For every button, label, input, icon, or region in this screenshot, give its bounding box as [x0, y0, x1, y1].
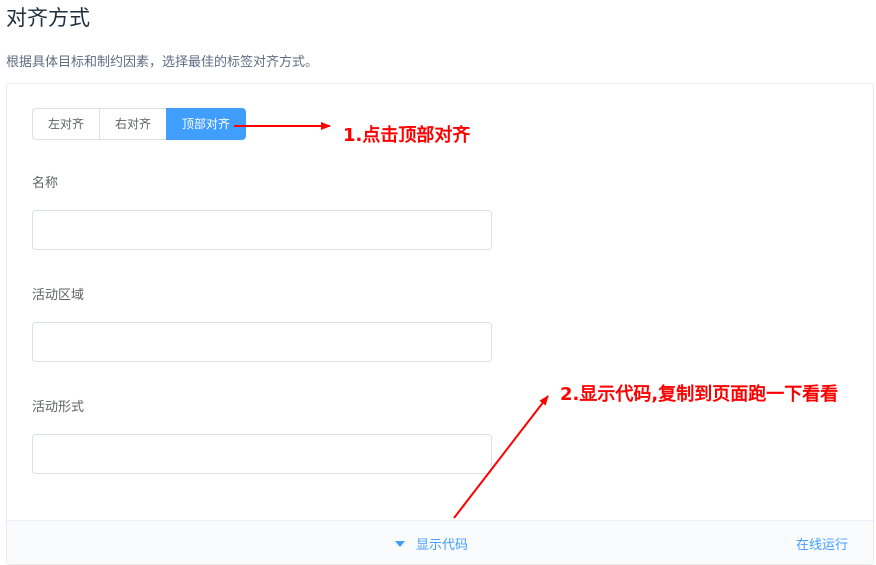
show-code-label: 显示代码: [416, 538, 469, 553]
region-label: 活动区域: [32, 288, 85, 303]
radio-top-align[interactable]: 顶部对齐: [166, 108, 247, 140]
caret-down-icon: [395, 540, 405, 547]
activity-type-label: 活动形式: [32, 400, 85, 415]
label-position-radio-group: 左对齐 右对齐 顶部对齐: [32, 108, 247, 140]
radio-left-align[interactable]: 左对齐: [32, 108, 101, 140]
demo-block: 左对齐 右对齐 顶部对齐 名称 活动区域 活动形式 显示代码 在线运行: [6, 83, 874, 565]
page-title: 对齐方式: [6, 6, 90, 30]
annotation-step-1: 1.点击顶部对齐: [343, 125, 471, 146]
region-input[interactable]: [32, 322, 492, 362]
radio-right-align[interactable]: 右对齐: [99, 108, 168, 140]
name-label: 名称: [32, 176, 59, 191]
name-input[interactable]: [32, 210, 492, 250]
run-online-link[interactable]: 在线运行: [796, 534, 848, 553]
page-description: 根据具体目标和制约因素，选择最佳的标签对齐方式。: [6, 55, 319, 70]
annotation-step-2: 2.显示代码,复制到页面跑一下看看: [560, 384, 839, 405]
show-code-button[interactable]: 显示代码: [395, 534, 468, 553]
activity-type-input[interactable]: [32, 434, 492, 474]
demo-control-bar: 显示代码 在线运行: [7, 520, 873, 564]
